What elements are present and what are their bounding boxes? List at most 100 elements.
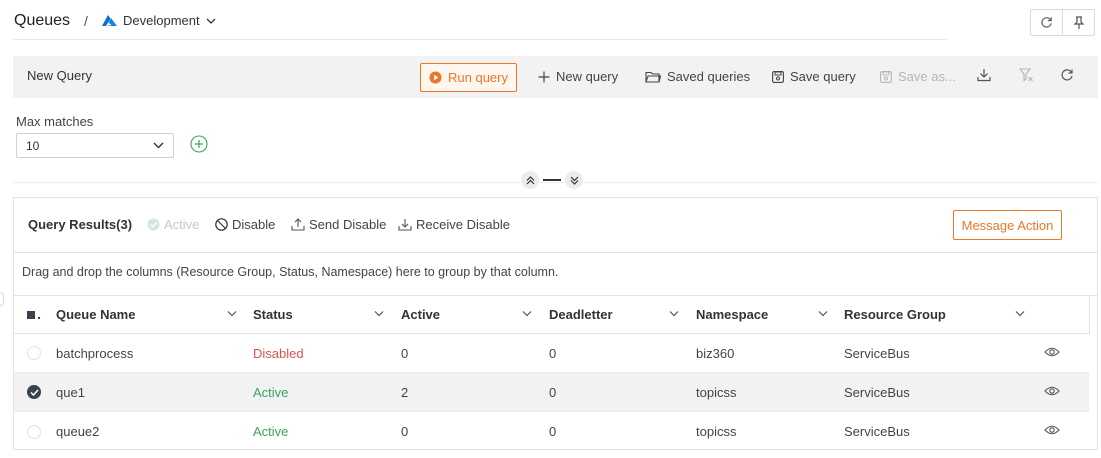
side-panel-handle[interactable] <box>0 292 4 306</box>
collapse-down-button[interactable] <box>565 171 583 189</box>
chevron-down-icon[interactable] <box>522 310 532 317</box>
save-as-label: Save as... <box>898 69 956 84</box>
active-count-cell: 0 <box>401 424 409 439</box>
column-header-namespace[interactable]: Namespace <box>696 296 768 333</box>
run-query-button[interactable]: Run query <box>420 63 517 92</box>
plus-icon <box>538 71 550 82</box>
queue-name-cell: queue2 <box>56 424 100 439</box>
reload-button[interactable] <box>1060 68 1074 85</box>
send-disable-button[interactable]: Send Disable <box>291 217 386 232</box>
chevron-down-icon[interactable] <box>1015 310 1025 317</box>
results-toolbar: Query Results(3) Active Disable Send Dis… <box>14 198 1097 253</box>
collapse-up-button[interactable] <box>521 171 539 189</box>
resource-group-cell: ServiceBus <box>844 424 910 439</box>
row-checkbox[interactable] <box>27 373 41 411</box>
max-matches-value: 10 <box>26 138 40 153</box>
add-circle-icon <box>190 135 208 153</box>
view-icon[interactable] <box>1044 424 1060 436</box>
row-checkbox[interactable] <box>27 334 41 372</box>
send-disable-label: Send Disable <box>309 217 387 232</box>
column-header-queue-name[interactable]: Queue Name <box>56 296 135 333</box>
status-cell: Active <box>253 384 289 400</box>
header-divider <box>13 39 947 40</box>
column-header-resource-group[interactable]: Resource Group <box>844 296 946 333</box>
select-all-checkbox[interactable] <box>27 296 41 333</box>
namespace-cell: topicss <box>696 424 737 439</box>
download-icon <box>398 219 412 231</box>
column-header-status[interactable]: Status <box>253 296 293 333</box>
table-row[interactable]: queue2 Active 0 0 topicss ServiceBus <box>14 412 1089 451</box>
saved-queries-button[interactable]: Saved queries <box>645 69 750 84</box>
query-results-panel: Query Results(3) Active Disable Send Dis… <box>13 197 1098 450</box>
saved-queries-label: Saved queries <box>667 69 751 84</box>
page-title: Queues <box>14 12 71 29</box>
chevron-down-icon[interactable] <box>227 310 237 317</box>
chevron-down-icon <box>153 142 164 149</box>
splitter-controls <box>521 171 583 189</box>
save-query-label: Save query <box>790 69 856 84</box>
top-bar: Queues / Development <box>0 0 1101 44</box>
chevron-down-icon <box>206 18 216 24</box>
save-icon <box>772 70 784 83</box>
column-header-deadletter[interactable]: Deadletter <box>549 296 613 333</box>
results-title: Query Results(3) <box>28 217 133 232</box>
activate-label: Active <box>164 217 200 232</box>
download-icon <box>977 69 991 82</box>
activate-button[interactable]: Active <box>147 217 199 232</box>
grid-header-row: Queue Name Status Active Deadletter Name… <box>14 296 1089 334</box>
clear-filter-button[interactable] <box>1018 68 1034 85</box>
max-matches-select[interactable]: 10 <box>16 133 174 158</box>
query-title: New Query <box>27 68 93 83</box>
table-row[interactable]: batchprocess Disabled 0 0 biz360 Service… <box>14 334 1089 373</box>
column-header-active[interactable]: Active <box>401 296 440 333</box>
active-count-cell: 2 <box>401 384 409 400</box>
status-cell: Disabled <box>253 345 304 361</box>
namespace-cell: topicss <box>696 384 737 400</box>
row-checkbox[interactable] <box>27 412 41 451</box>
view-icon[interactable] <box>1044 346 1060 358</box>
select-all-icon <box>27 310 40 319</box>
play-icon <box>429 71 442 84</box>
view-icon[interactable] <box>1044 385 1060 397</box>
refresh-button[interactable] <box>1031 10 1062 35</box>
folder-icon <box>645 71 661 83</box>
save-as-button[interactable]: Save as... <box>880 69 956 84</box>
reload-icon <box>1061 69 1073 81</box>
deadletter-count-cell: 0 <box>549 424 557 439</box>
new-query-label: New query <box>556 69 619 84</box>
message-action-button[interactable]: Message Action <box>953 210 1062 240</box>
disable-button[interactable]: Disable <box>215 217 275 232</box>
check-circle-icon <box>147 218 160 231</box>
chevrons-down-icon <box>570 176 578 185</box>
save-query-button[interactable]: Save query <box>772 69 856 84</box>
chevrons-up-icon <box>526 175 534 184</box>
deadletter-count-cell: 0 <box>549 384 557 400</box>
add-condition-button[interactable] <box>190 135 208 156</box>
new-query-button[interactable]: New query <box>538 69 618 84</box>
chevron-down-icon[interactable] <box>374 310 384 317</box>
table-row[interactable]: que1 Active 2 0 topicss ServiceBus <box>14 373 1089 412</box>
deadletter-count-cell: 0 <box>549 345 557 361</box>
download-button[interactable] <box>977 68 991 85</box>
filter-clear-icon <box>1018 68 1033 82</box>
grid-header-divider <box>1089 296 1090 334</box>
breadcrumb-separator: / <box>84 13 88 29</box>
max-matches-label: Max matches <box>16 114 94 129</box>
chevron-down-icon[interactable] <box>669 310 679 317</box>
disable-label: Disable <box>232 217 276 232</box>
pin-button[interactable] <box>1062 10 1094 35</box>
pin-icon <box>1073 15 1084 29</box>
environment-selector[interactable]: Development <box>102 13 216 28</box>
azure-logo-icon <box>102 14 117 26</box>
run-query-label: Run query <box>448 70 508 85</box>
splitter-handle[interactable] <box>543 179 561 181</box>
save-as-icon <box>880 70 892 83</box>
status-cell: Active <box>253 424 289 439</box>
chevron-down-icon[interactable] <box>818 310 828 317</box>
ban-icon <box>215 218 228 231</box>
resource-group-cell: ServiceBus <box>844 345 910 361</box>
queue-name-cell: batchprocess <box>56 345 134 361</box>
group-by-hint: Drag and drop the columns (Resource Grou… <box>22 265 559 279</box>
receive-disable-button[interactable]: Receive Disable <box>398 217 510 232</box>
query-toolbar: New Query Run query New query Saved quer… <box>13 56 1098 98</box>
